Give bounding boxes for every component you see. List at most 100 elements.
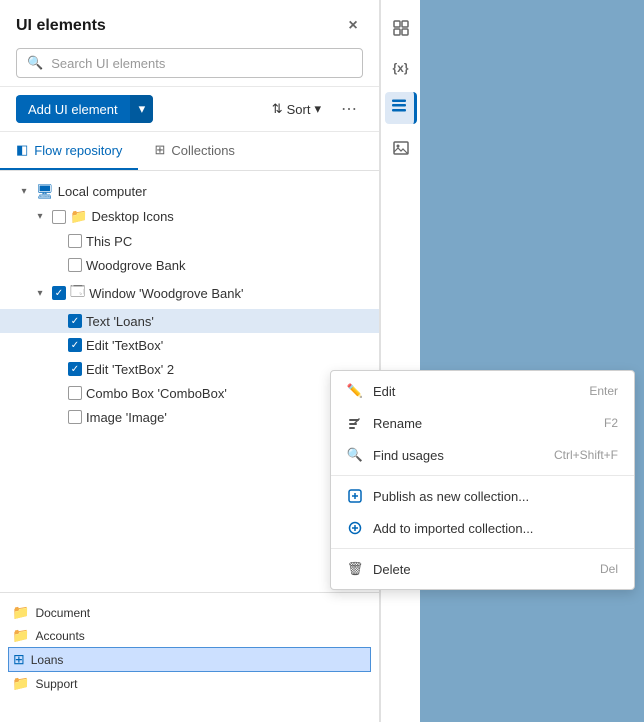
combobox-checkbox[interactable] bbox=[68, 386, 82, 400]
search-box: 🔍 bbox=[16, 48, 363, 78]
preview-item-loans[interactable]: ⊞ Loans bbox=[8, 647, 371, 672]
menu-item-delete[interactable]: 🗑 Delete Del bbox=[331, 553, 634, 585]
panel-title: UI elements bbox=[16, 17, 106, 35]
window-checkbox[interactable]: ✓ bbox=[52, 286, 66, 300]
find-usages-icon: 🔍 bbox=[347, 447, 363, 463]
edit-label: Edit bbox=[373, 384, 395, 399]
local-computer-label: Local computer bbox=[58, 184, 147, 199]
preview-accounts-label: Accounts bbox=[35, 629, 84, 643]
flow-tab-icon: ◧ bbox=[16, 142, 28, 158]
chevron-icon: ▾ bbox=[32, 285, 48, 301]
woodgrove-checkbox[interactable] bbox=[68, 258, 82, 272]
menu-item-find-usages[interactable]: 🔍 Find usages Ctrl+Shift+F bbox=[331, 439, 634, 471]
tree-item-desktop-icons[interactable]: ▾ 📁 Desktop Icons bbox=[0, 204, 379, 229]
menu-item-add-imported[interactable]: Add to imported collection... bbox=[331, 512, 634, 544]
image-label: Image 'Image' bbox=[86, 410, 167, 425]
menu-item-edit[interactable]: ✏️ Edit Enter bbox=[331, 375, 634, 407]
add-imported-label: Add to imported collection... bbox=[373, 521, 533, 536]
this-pc-label: This PC bbox=[86, 234, 132, 249]
rename-icon bbox=[347, 415, 363, 431]
collections-tab-icon: ⊞ bbox=[154, 142, 165, 158]
edit-textbox2-label: Edit 'TextBox' 2 bbox=[86, 362, 174, 377]
combobox-label: Combo Box 'ComboBox' bbox=[86, 386, 227, 401]
find-usages-label: Find usages bbox=[373, 448, 444, 463]
sort-arrows-icon: ⇅ bbox=[272, 101, 283, 117]
publish-icon bbox=[347, 488, 363, 504]
blue-area bbox=[420, 0, 644, 722]
sort-button[interactable]: ⇅ Sort ▾ bbox=[266, 97, 327, 121]
tab-flow-label: Flow repository bbox=[34, 143, 122, 158]
tree-item-edit-textbox[interactable]: ▶ ✓ Edit 'TextBox' bbox=[0, 333, 379, 357]
sort-chevron-icon: ▾ bbox=[314, 101, 321, 117]
window-woodgrove-label: Window 'Woodgrove Bank' bbox=[89, 286, 243, 301]
toolbar: Add UI element ▾ ⇅ Sort ▾ ⋯ bbox=[0, 87, 379, 132]
chevron-icon: ▾ bbox=[32, 209, 48, 225]
tabs: ◧ Flow repository ⊞ Collections bbox=[0, 132, 379, 171]
edit-textbox-checkbox[interactable]: ✓ bbox=[68, 338, 82, 352]
monitor-icon: 🖥 bbox=[36, 183, 54, 200]
add-ui-element-button[interactable]: Add UI element ▾ bbox=[16, 95, 153, 123]
tab-collections[interactable]: ⊞ Collections bbox=[138, 132, 251, 170]
preview-support-label: Support bbox=[35, 677, 77, 691]
right-sidebar: {x} bbox=[380, 0, 420, 722]
rename-label: Rename bbox=[373, 416, 422, 431]
sidebar-icon-variables[interactable]: {x} bbox=[385, 52, 417, 84]
menu-divider-2 bbox=[331, 548, 634, 549]
tree-item-window-woodgrove[interactable]: ▾ ✓ 🗔 Window 'Woodgrove Bank' bbox=[0, 277, 379, 309]
menu-divider-1 bbox=[331, 475, 634, 476]
add-imported-icon bbox=[347, 520, 363, 536]
chevron-icon: ▾ bbox=[16, 184, 32, 200]
preview-item-support[interactable]: 📁 Support bbox=[8, 672, 371, 695]
tree-item-image[interactable]: ▶ Image 'Image' bbox=[0, 405, 379, 429]
delete-label: Delete bbox=[373, 562, 411, 577]
close-button[interactable]: × bbox=[343, 16, 363, 36]
rename-shortcut: F2 bbox=[604, 416, 618, 430]
sidebar-icon-elements[interactable] bbox=[385, 12, 417, 44]
tree-item-this-pc[interactable]: ▶ This PC bbox=[0, 229, 379, 253]
tree-container: ▾ 🖥 Local computer ▾ 📁 Desktop Icons ▶ T… bbox=[0, 171, 379, 592]
text-loans-label: Text 'Loans' bbox=[86, 314, 154, 329]
tree-item-combobox[interactable]: ▶ Combo Box 'ComboBox' bbox=[0, 381, 379, 405]
tree-item-local-computer[interactable]: ▾ 🖥 Local computer bbox=[0, 179, 379, 204]
image-checkbox[interactable] bbox=[68, 410, 82, 424]
folder-icon: 📁 bbox=[12, 604, 29, 621]
publish-label: Publish as new collection... bbox=[373, 489, 529, 504]
add-ui-element-dropdown[interactable]: ▾ bbox=[130, 95, 154, 123]
window-icon: 🗔 bbox=[70, 281, 85, 305]
desktop-checkbox[interactable] bbox=[52, 210, 66, 224]
edit-icon: ✏️ bbox=[347, 383, 363, 399]
grid-icon: ⊞ bbox=[13, 651, 25, 668]
menu-item-publish[interactable]: Publish as new collection... bbox=[331, 480, 634, 512]
search-input[interactable] bbox=[51, 56, 352, 71]
preview-area: 📁 Document 📁 Accounts ⊞ Loans 📁 Support bbox=[0, 592, 379, 722]
preview-loans-label: Loans bbox=[31, 653, 64, 667]
edit-textbox-label: Edit 'TextBox' bbox=[86, 338, 163, 353]
edit-shortcut: Enter bbox=[589, 384, 618, 398]
edit-textbox2-checkbox[interactable]: ✓ bbox=[68, 362, 82, 376]
preview-document-label: Document bbox=[35, 606, 90, 620]
tree-item-edit-textbox2[interactable]: ▶ ✓ Edit 'TextBox' 2 bbox=[0, 357, 379, 381]
folder-icon: 📁 bbox=[12, 675, 29, 692]
tab-collections-label: Collections bbox=[171, 143, 235, 158]
menu-item-rename[interactable]: Rename F2 bbox=[331, 407, 634, 439]
folder-icon: 📁 bbox=[12, 627, 29, 644]
text-loans-checkbox[interactable]: ✓ bbox=[68, 314, 82, 328]
delete-icon: 🗑 bbox=[347, 561, 363, 577]
woodgrove-bank-label: Woodgrove Bank bbox=[86, 258, 186, 273]
this-pc-checkbox[interactable] bbox=[68, 234, 82, 248]
add-ui-element-main[interactable]: Add UI element bbox=[16, 96, 130, 123]
preview-item-document[interactable]: 📁 Document bbox=[8, 601, 371, 624]
tree-item-woodgrove-bank[interactable]: ▶ Woodgrove Bank bbox=[0, 253, 379, 277]
more-options-button[interactable]: ⋯ bbox=[335, 95, 363, 123]
sidebar-icon-layers[interactable] bbox=[385, 92, 417, 124]
sort-label: Sort bbox=[287, 102, 311, 117]
context-menu: ✏️ Edit Enter Rename bbox=[330, 370, 635, 590]
tree-item-text-loans[interactable]: ▶ ✓ Text 'Loans' bbox=[0, 309, 379, 333]
preview-item-accounts[interactable]: 📁 Accounts bbox=[8, 624, 371, 647]
folder-icon: 📁 bbox=[70, 208, 87, 225]
desktop-icons-label: Desktop Icons bbox=[91, 209, 173, 224]
tab-flow-repository[interactable]: ◧ Flow repository bbox=[0, 132, 138, 170]
find-usages-shortcut: Ctrl+Shift+F bbox=[554, 448, 618, 462]
search-icon: 🔍 bbox=[27, 55, 43, 71]
sidebar-icon-images[interactable] bbox=[385, 132, 417, 164]
